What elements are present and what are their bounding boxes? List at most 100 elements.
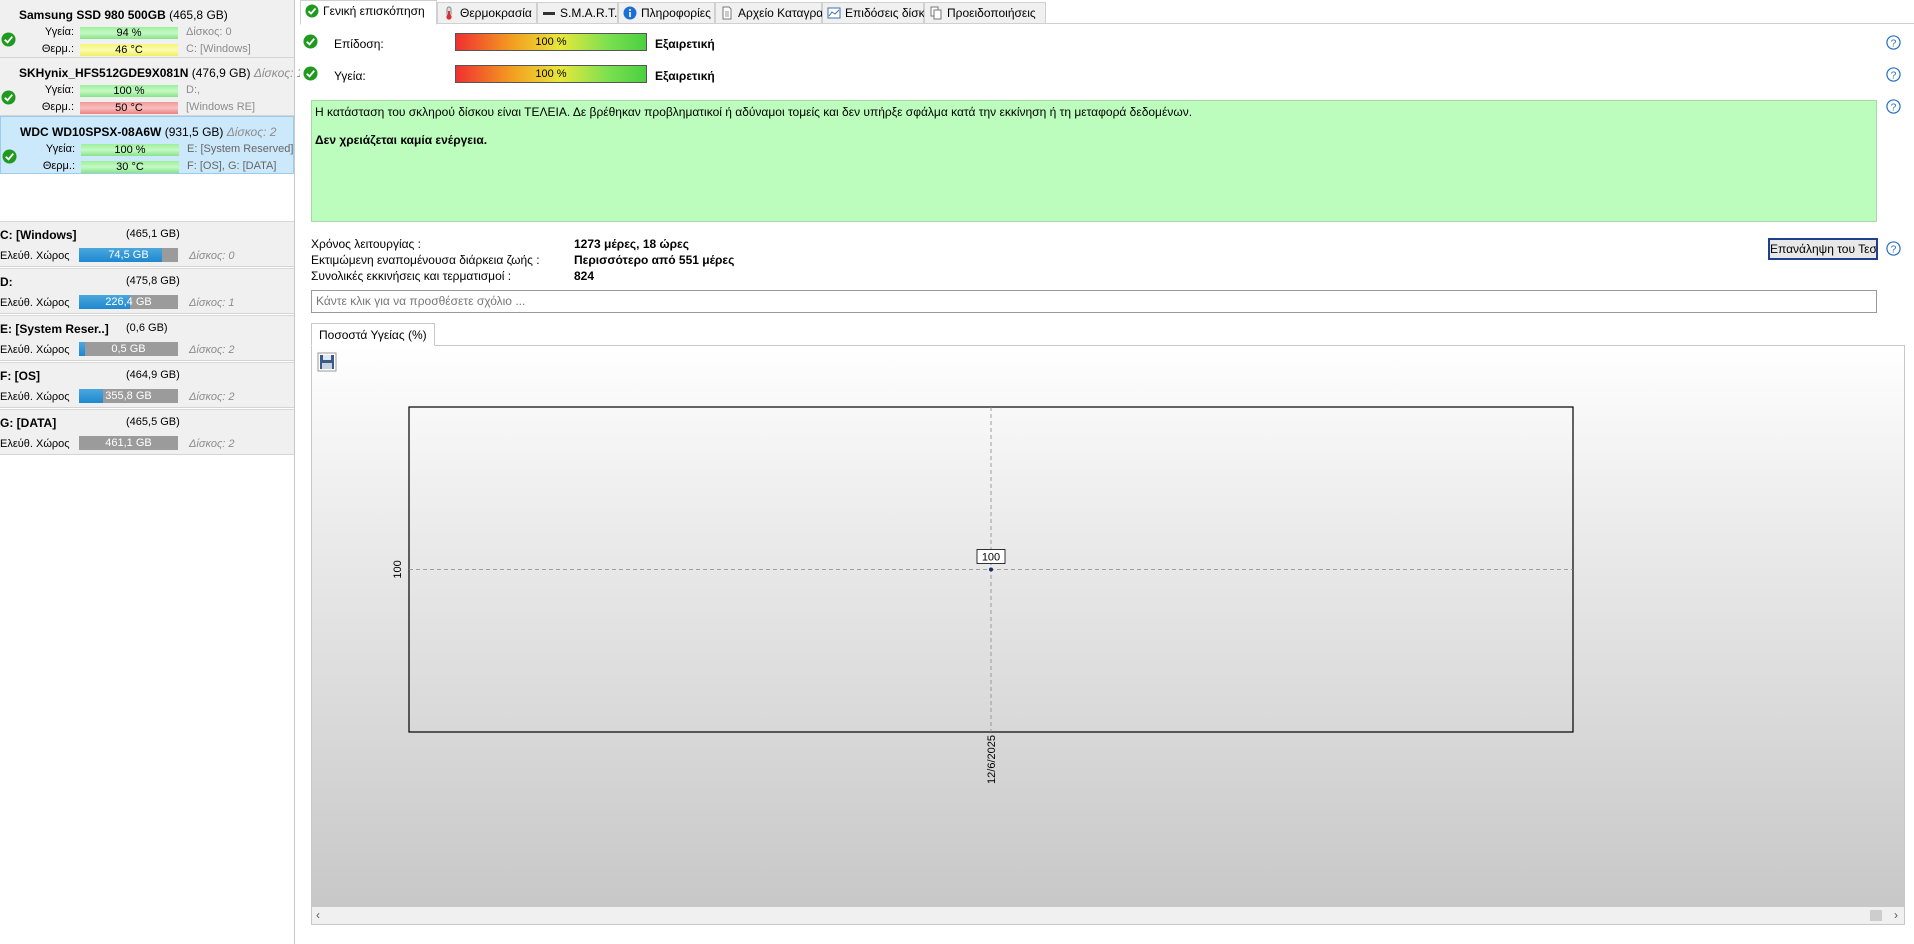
- health-rating: Εξαιρετική: [655, 69, 715, 83]
- info-icon: [623, 6, 637, 20]
- volume-free-label: Ελεύθ. Χώρος: [0, 297, 70, 309]
- disk-size: (931,5 GB): [164, 125, 224, 139]
- volume-size: (465,1 GB): [126, 228, 180, 240]
- help-icon[interactable]: ?: [1886, 67, 1901, 82]
- volume-free-value: 74,5 GB: [108, 249, 149, 261]
- comment-field[interactable]: Κάντε κλικ για να προσθέσετε σχόλιο ...: [311, 290, 1877, 313]
- volume-free-bar: 0,5 GB: [79, 342, 178, 356]
- volume-free-label: Ελεύθ. Χώρος: [0, 344, 70, 356]
- tab-minus[interactable]: S.M.A.R.T.: [537, 2, 618, 24]
- volume-name: D:: [0, 275, 13, 289]
- volume-disk: Δίσκος: 2: [189, 391, 235, 403]
- volume-item[interactable]: C: [Windows] (465,1 GB) Ελεύθ. Χώρος 74,5 G…: [0, 221, 294, 267]
- disk-temp-bar: 50 °C: [80, 102, 178, 114]
- disk-health-side: Δίσκος: 0: [186, 26, 232, 38]
- volume-free-value: 0,5 GB: [111, 343, 146, 355]
- disk-temp-side: C: [Windows]: [186, 43, 251, 55]
- volume-disk: Δίσκος: 2: [189, 438, 235, 450]
- chart-plot: 100 12/6/2025 100: [392, 406, 1574, 784]
- disk-health-bar: 100 %: [80, 85, 178, 97]
- data-point: [989, 567, 993, 572]
- help-icon[interactable]: ?: [1886, 35, 1901, 50]
- tab-info[interactable]: Πληροφορίες: [618, 2, 715, 24]
- disk-temp-label: Θερμ.:: [42, 160, 75, 172]
- tab-chart[interactable]: Επιδόσεις δίσκου: [822, 2, 938, 24]
- volume-disk: Δίσκος: 0: [189, 250, 235, 262]
- disk-size: (465,8 GB): [169, 8, 228, 22]
- help-icon[interactable]: ?: [1886, 99, 1901, 114]
- disk-number: Δίσκος: 2: [226, 125, 277, 139]
- chart-icon: [827, 7, 841, 19]
- disk-health-bar: 94 %: [80, 27, 178, 39]
- help-icon[interactable]: ?: [1886, 241, 1901, 256]
- volume-name: C: [Windows]: [0, 228, 77, 242]
- disk-name: WDC WD10SPSX-08A6W: [20, 125, 162, 139]
- svg-text:?: ?: [1891, 102, 1897, 113]
- uptime-value: 1273 μέρες, 18 ώρες: [574, 237, 689, 251]
- x-tick-label: 12/6/2025: [986, 735, 998, 784]
- data-label: 100: [982, 552, 1000, 564]
- health-bar: 100 %: [455, 65, 647, 83]
- scroll-thumb[interactable]: [1870, 910, 1882, 921]
- volume-disk: Δίσκος: 2: [189, 344, 235, 356]
- disk-item[interactable]: WDC WD10SPSX-08A6W (931,5 GB) Δίσκος: 2 Υ…: [0, 116, 294, 174]
- scroll-left-icon[interactable]: ‹: [316, 908, 320, 922]
- disk-title: SKHynix_HFS512GDE9X081N (476,9 GB) Δίσκο…: [19, 66, 303, 80]
- thermometer-icon: [446, 6, 452, 20]
- tab-health-percent[interactable]: Ποσοστά Υγείας (%): [311, 323, 435, 346]
- disk-list-panel: Samsung SSD 980 500GB (465,8 GB) Υγεία: 9…: [0, 0, 303, 944]
- volume-size: (465,5 GB): [126, 416, 180, 428]
- status-message: Η κατάσταση του σκληρού δίσκου είναι ΤΕΛ…: [315, 105, 1193, 119]
- tab-thermometer[interactable]: Θερμοκρασία: [437, 2, 537, 24]
- performance-label: Επίδοση:: [334, 37, 384, 51]
- horizontal-scrollbar[interactable]: ‹ ›: [312, 907, 1904, 924]
- scroll-right-icon[interactable]: ›: [1894, 908, 1898, 922]
- volume-size: (0,6 GB): [126, 322, 168, 334]
- volume-name: F: [OS]: [0, 369, 40, 383]
- disk-temp-label: Θερμ.:: [41, 101, 74, 113]
- disk-size: (476,9 GB): [191, 66, 251, 80]
- disk-name: Samsung SSD 980 500GB: [19, 8, 166, 22]
- document-icon: [722, 6, 732, 20]
- disk-item[interactable]: SKHynix_HFS512GDE9X081N (476,9 GB) Δίσκο…: [0, 58, 303, 116]
- ok-check-icon: [1, 90, 16, 105]
- uptime-label: Χρόνος λειτουργίας :: [311, 237, 421, 251]
- main-panel: Γενική επισκόπηση Θερμοκρασία S.M.A.R.T. Πλ…: [300, 0, 1914, 944]
- retest-button[interactable]: Επανάληψη του Τεστ: [1768, 238, 1878, 260]
- volume-free-bar: 461,1 GB: [79, 436, 178, 450]
- tab-copy[interactable]: Προειδοποιήσεις: [924, 2, 1046, 24]
- disk-temp-side: [Windows RE]: [186, 101, 256, 113]
- disk-temp-bar: 30 °C: [81, 161, 179, 173]
- volume-free-bar: 355,8 GB: [79, 389, 178, 403]
- disk-item[interactable]: Samsung SSD 980 500GB (465,8 GB) Υγεία: 9…: [0, 0, 294, 58]
- volume-free-bar: 226,4 GB: [79, 295, 178, 309]
- volume-size: (464,9 GB): [126, 369, 180, 381]
- disk-health-bar: 100 %: [81, 144, 179, 156]
- tab-bar: Γενική επισκόπηση Θερμοκρασία S.M.A.R.T. Πλ…: [300, 0, 1914, 25]
- starts-label: Συνολικές εκκινήσεις και τερματισμοί :: [311, 269, 512, 283]
- svg-text:?: ?: [1891, 70, 1897, 81]
- health-label: Υγεία:: [334, 69, 366, 83]
- performance-rating: Εξαιρετική: [655, 37, 715, 51]
- lifetime-value: Περισσότερο από 551 μέρες: [574, 253, 735, 267]
- tab-label: Προειδοποιήσεις: [947, 6, 1036, 20]
- volume-disk: Δίσκος: 1: [189, 297, 235, 309]
- tab-label: Πληροφορίες: [641, 6, 711, 20]
- status-message-box: Η κατάσταση του σκληρού δίσκου είναι ΤΕΛ…: [311, 100, 1877, 222]
- volume-item[interactable]: F: [OS] (464,9 GB) Ελεύθ. Χώρος 355,8 GB Δίσ…: [0, 362, 294, 408]
- svg-text:?: ?: [1891, 244, 1897, 255]
- volume-item[interactable]: E: [System Reser..] (0,6 GB) Ελεύθ. Χώρος 0…: [0, 315, 294, 361]
- tab-label: S.M.A.R.T.: [560, 6, 618, 20]
- volume-item[interactable]: D: (475,8 GB) Ελεύθ. Χώρος 226,4 GB Δίσκος: …: [0, 268, 294, 314]
- volume-item[interactable]: G: [DATA] (465,5 GB) Ελεύθ. Χώρος 461,1 GB Δ…: [0, 409, 294, 455]
- volume-free-label: Ελεύθ. Χώρος: [0, 391, 70, 403]
- copy-icon: [930, 6, 942, 20]
- volume-free-value: 355,8 GB: [105, 390, 152, 402]
- volume-size: (475,8 GB): [126, 275, 180, 287]
- volume-free-value: 226,4 GB: [105, 296, 152, 308]
- disk-health-label: Υγεία:: [45, 143, 75, 155]
- tab-check[interactable]: Γενική επισκόπηση: [300, 0, 437, 25]
- tab-document[interactable]: Αρχείο Καταγραφής: [715, 2, 843, 24]
- disk-temp-label: Θερμ.:: [41, 43, 74, 55]
- svg-text:?: ?: [1891, 38, 1897, 49]
